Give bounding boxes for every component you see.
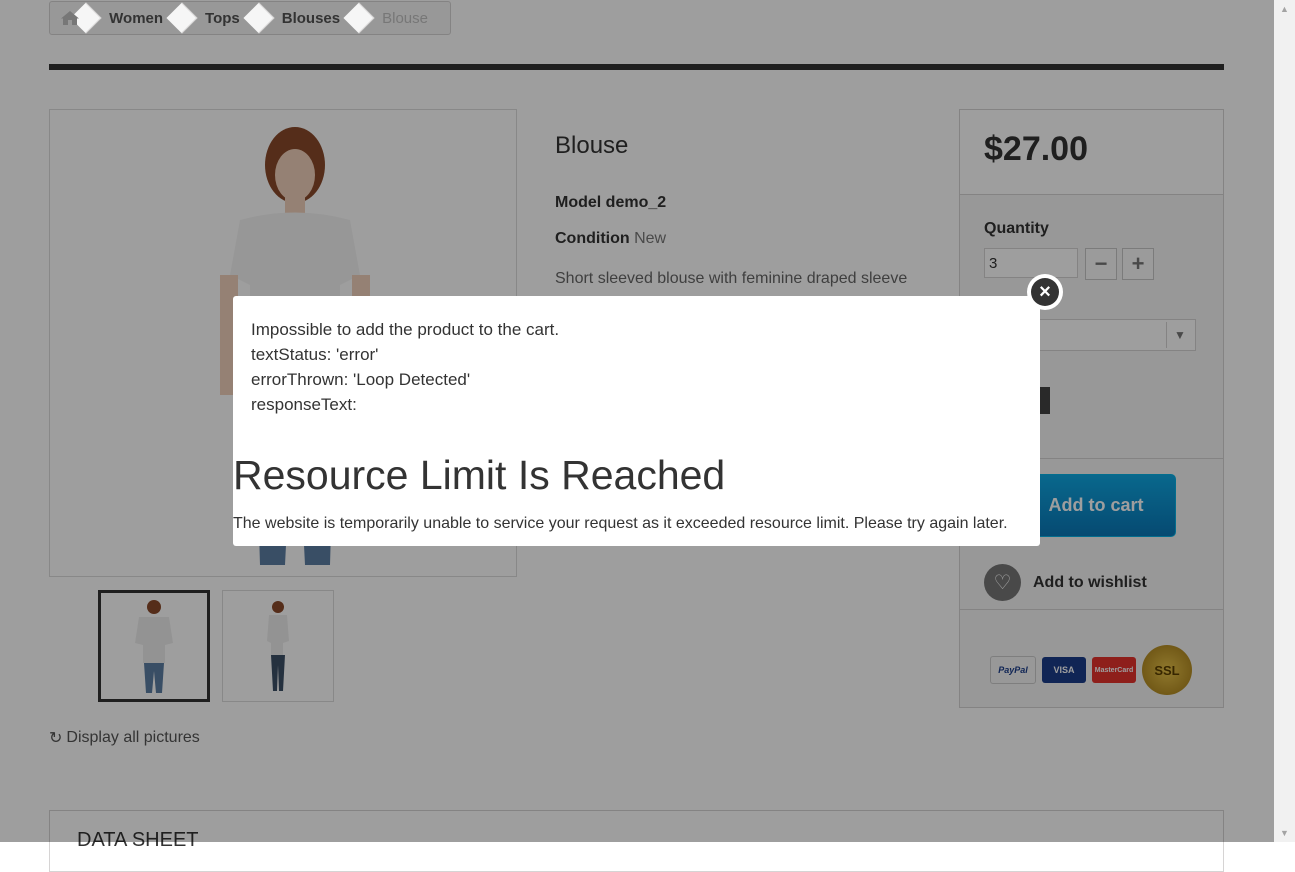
scroll-down-arrow-icon[interactable]: ▼ — [1280, 828, 1289, 838]
error-message: Impossible to add the product to the car… — [251, 317, 559, 417]
error-body: The website is temporarily unable to ser… — [233, 515, 1008, 532]
scroll-up-arrow-icon[interactable]: ▲ — [1280, 4, 1289, 14]
message-line: errorThrown: 'Loop Detected' — [251, 370, 471, 389]
modal-close-button[interactable]: × — [1027, 274, 1063, 310]
close-icon: × — [1031, 278, 1059, 306]
home-icon — [60, 11, 79, 25]
message-line: responseText: — [251, 395, 357, 414]
vertical-scrollbar[interactable]: ▲ ▼ — [1274, 0, 1295, 842]
error-title: Resource Limit Is Reached — [233, 452, 726, 498]
message-line: Impossible to add the product to the car… — [251, 320, 560, 339]
message-line: textStatus: 'error' — [251, 345, 379, 364]
error-modal: Impossible to add the product to the car… — [233, 296, 1040, 546]
